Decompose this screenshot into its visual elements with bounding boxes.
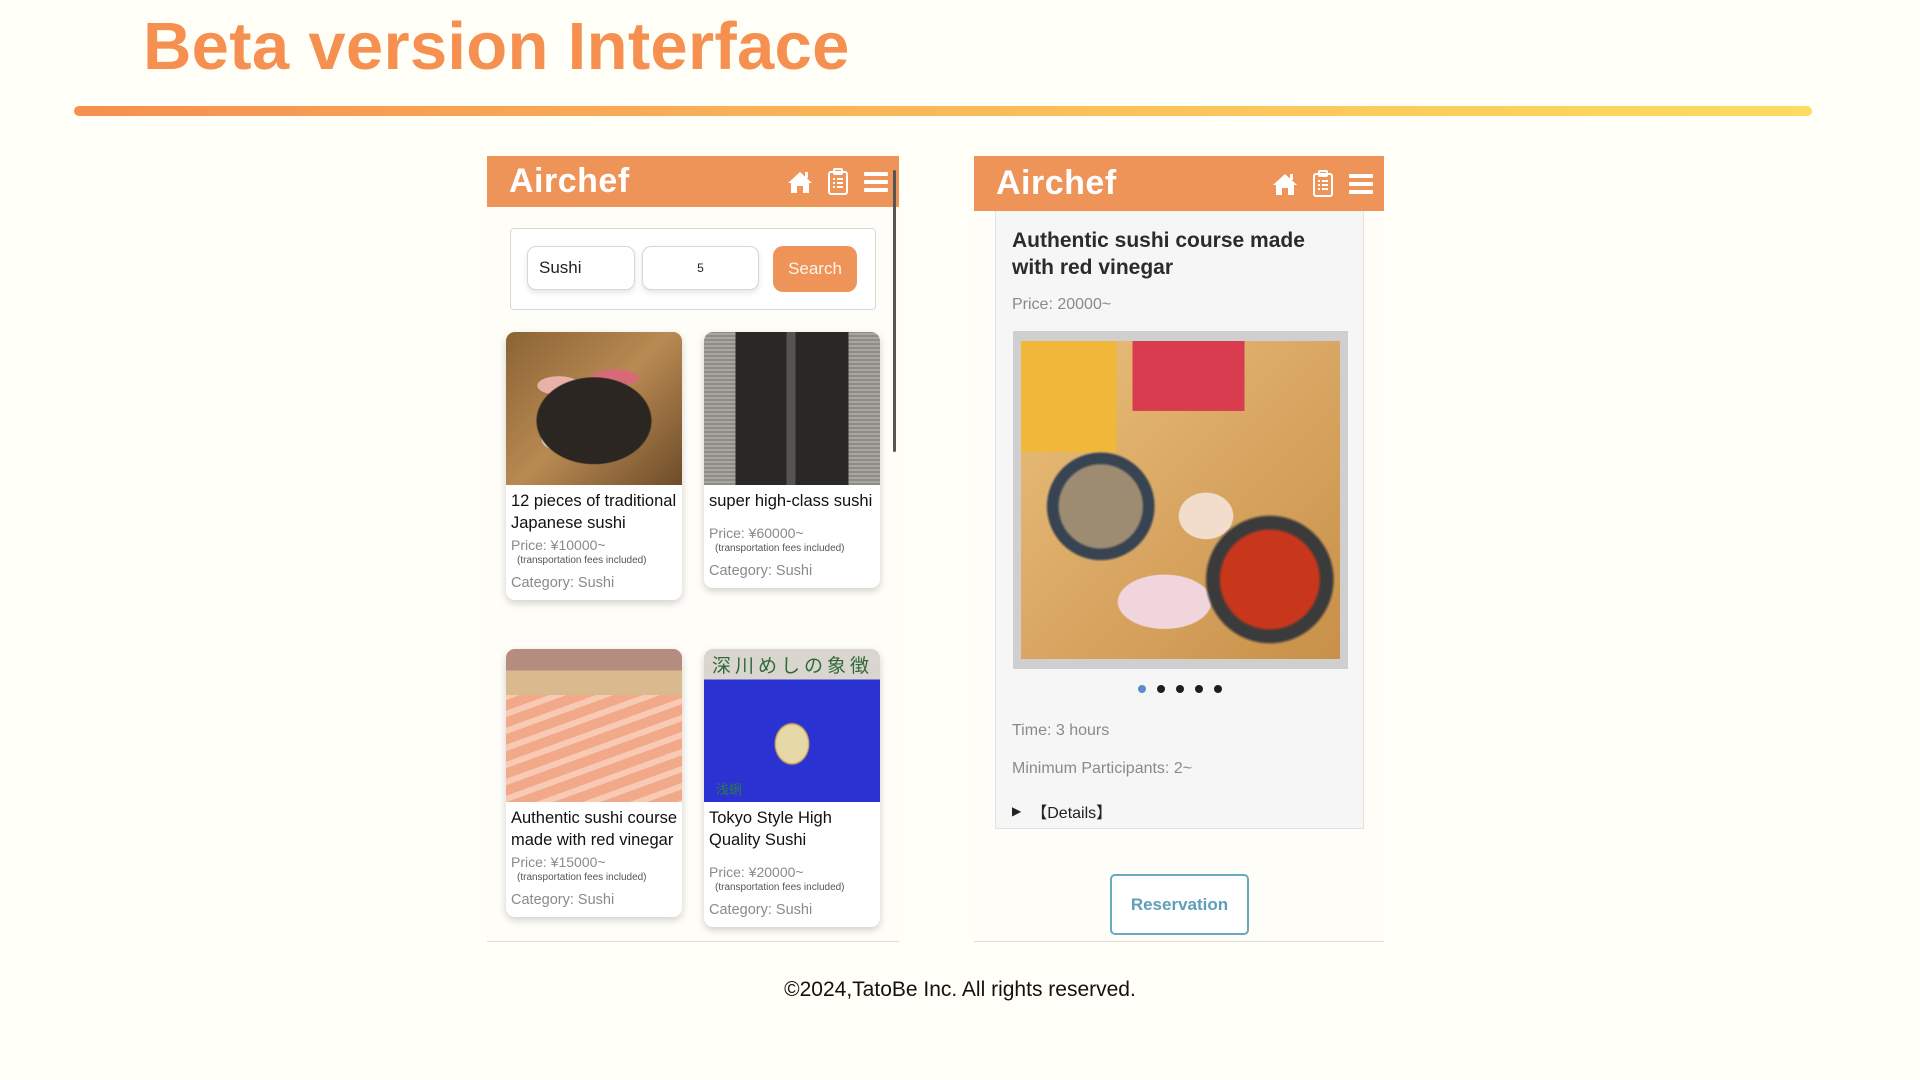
listing-fee-note: (transportation fees included) — [517, 872, 647, 883]
photo-sub-caption: 浅蜊 — [716, 783, 743, 798]
listing-card[interactable]: 深川めしの象徴 浅蜊 Tokyo Style High Quality Sush… — [704, 649, 880, 927]
listing-category: Category: Sushi — [709, 902, 813, 918]
listing-title: Tokyo Style High Quality Sushi — [709, 809, 832, 849]
listing-price: Price: ¥20000~ — [709, 864, 804, 880]
app-header: Airchef — [974, 156, 1384, 211]
listing-fee-note: (transportation fees included) — [517, 555, 647, 566]
carousel-dot[interactable] — [1175, 685, 1184, 693]
slide-title: Beta version Interface — [143, 9, 850, 84]
listing-photo: 深川めしの象徴 浅蜊 — [704, 649, 880, 802]
carousel-dot[interactable] — [1194, 685, 1203, 693]
listing-title: 12 pieces of traditional Japanese sushi — [511, 492, 677, 532]
photo-carousel[interactable] — [1013, 331, 1348, 669]
listing-category: Category: Sushi — [511, 892, 615, 908]
listing-price: Price: ¥60000~ — [709, 525, 804, 541]
keyword-input[interactable] — [527, 246, 635, 290]
reservation-button[interactable]: Reservation — [1110, 874, 1249, 935]
count-input[interactable] — [642, 246, 759, 290]
carousel-dot[interactable] — [1156, 685, 1165, 693]
listing-price: Price: ¥10000~ — [511, 537, 606, 553]
listing-title: super high-class sushi — [709, 492, 873, 510]
course-detail-card: Authentic sushi course made with red vin… — [995, 211, 1364, 829]
details-label: 【Details】 — [1031, 805, 1113, 822]
listing-card[interactable]: 12 pieces of traditional Japanese sushi … — [506, 332, 682, 600]
listing-fee-note: (transportation fees included) — [715, 543, 845, 554]
listing-photo — [704, 332, 880, 485]
scrollbar[interactable] — [893, 170, 896, 452]
hamburger-menu-icon[interactable] — [1348, 170, 1374, 198]
hamburger-menu-icon[interactable] — [863, 168, 889, 196]
home-icon[interactable] — [787, 168, 813, 196]
listing-card[interactable]: super high-class sushi Price: ¥60000~ (t… — [704, 332, 880, 588]
listing-title: Authentic sushi course made with red vin… — [511, 809, 678, 849]
photo-caption: 深川めしの象徴 — [712, 655, 874, 677]
details-expander[interactable]: ▶ 【Details】 — [1012, 799, 1112, 823]
title-underline — [74, 106, 1812, 116]
listing-fee-note: (transportation fees included) — [715, 882, 845, 893]
search-screen: Airchef Search 12 pieces of traditional … — [487, 156, 899, 942]
listing-category: Category: Sushi — [511, 575, 615, 591]
listing-category: Category: Sushi — [709, 563, 813, 579]
course-title: Authentic sushi course made with red vin… — [1012, 229, 1305, 279]
listing-card[interactable]: Authentic sushi course made with red vin… — [506, 649, 682, 917]
carousel-indicators — [996, 685, 1363, 693]
carousel-photo — [1021, 341, 1340, 659]
minimum-participants: Minimum Participants: 2~ — [1012, 760, 1193, 777]
search-button[interactable]: Search — [773, 246, 857, 292]
home-icon[interactable] — [1272, 170, 1298, 198]
search-form: Search — [510, 228, 876, 310]
listing-photo — [506, 332, 682, 485]
copyright-footer: ©2024,TatoBe Inc. All rights reserved. — [784, 978, 1136, 1001]
course-duration: Time: 3 hours — [1012, 722, 1110, 739]
clipboard-list-icon[interactable] — [1310, 169, 1336, 198]
app-logo[interactable]: Airchef — [509, 162, 630, 201]
disclosure-triangle-icon: ▶ — [1012, 804, 1022, 818]
detail-screen: Airchef Authentic sushi course made with… — [974, 156, 1384, 942]
carousel-dot[interactable] — [1137, 685, 1146, 693]
app-header: Airchef — [487, 156, 899, 207]
listing-price: Price: ¥15000~ — [511, 854, 606, 870]
carousel-dot[interactable] — [1213, 685, 1222, 693]
listing-photo — [506, 649, 682, 802]
course-price: Price: 20000~ — [1012, 296, 1112, 313]
clipboard-list-icon[interactable] — [825, 167, 851, 196]
app-logo[interactable]: Airchef — [996, 164, 1117, 203]
